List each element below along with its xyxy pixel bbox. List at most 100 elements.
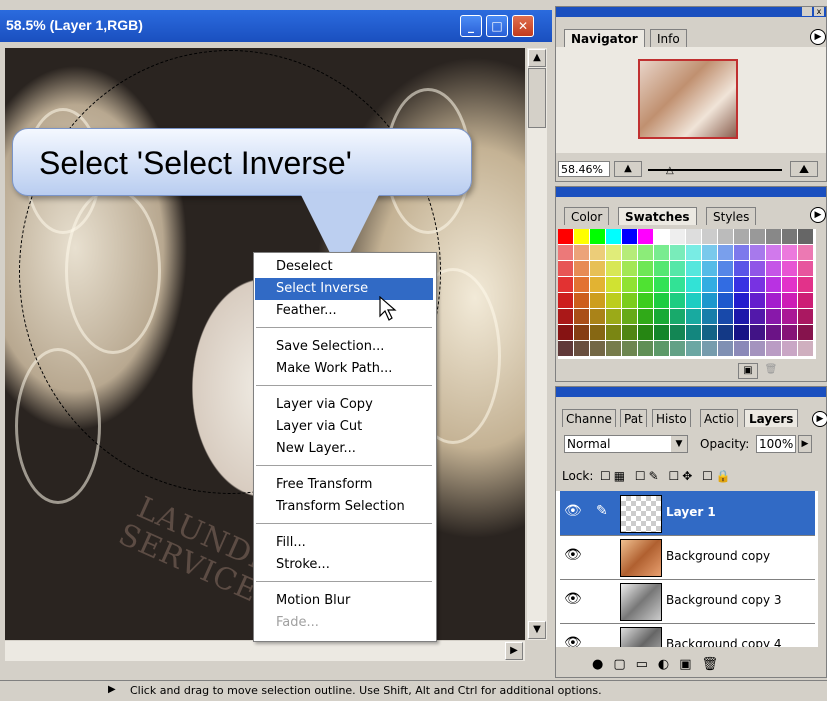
color-swatch[interactable] bbox=[766, 309, 781, 324]
new-swatch-icon[interactable]: ▣ bbox=[738, 363, 758, 379]
color-swatch[interactable] bbox=[558, 277, 573, 292]
color-swatch[interactable] bbox=[734, 293, 749, 308]
eye-icon[interactable]: 👁 bbox=[564, 591, 582, 607]
vertical-scrollbar[interactable]: ▲ ▼ bbox=[527, 48, 547, 640]
opacity-field[interactable]: 100% bbox=[756, 435, 796, 453]
color-swatch[interactable] bbox=[558, 325, 573, 340]
color-swatch[interactable] bbox=[638, 309, 653, 324]
color-swatch[interactable] bbox=[750, 309, 765, 324]
color-swatch[interactable] bbox=[558, 245, 573, 260]
color-swatch[interactable] bbox=[622, 325, 637, 340]
color-swatch[interactable] bbox=[606, 229, 621, 244]
color-swatch[interactable] bbox=[574, 309, 589, 324]
menu-item-layer-via-copy[interactable]: Layer via Copy bbox=[255, 394, 433, 416]
menu-item-motion-blur[interactable]: Motion Blur bbox=[255, 590, 433, 612]
color-swatch[interactable] bbox=[766, 325, 781, 340]
opacity-arrow-icon[interactable]: ▶ bbox=[798, 435, 812, 453]
chevron-down-icon[interactable]: ▼ bbox=[671, 436, 687, 452]
color-swatch[interactable] bbox=[638, 261, 653, 276]
palette-menu-icon[interactable]: ▶ bbox=[810, 207, 826, 223]
color-swatch[interactable] bbox=[574, 277, 589, 292]
eye-icon[interactable]: 👁 bbox=[564, 635, 582, 647]
eye-icon[interactable]: 👁 bbox=[564, 503, 582, 519]
color-swatch[interactable] bbox=[558, 309, 573, 324]
tab-channels[interactable]: Channe bbox=[562, 409, 616, 427]
color-swatch[interactable] bbox=[686, 277, 701, 292]
color-swatch[interactable] bbox=[606, 261, 621, 276]
tab-info[interactable]: Info bbox=[650, 29, 687, 47]
tab-swatches[interactable]: Swatches bbox=[618, 207, 697, 225]
horizontal-scrollbar[interactable]: ▶ bbox=[5, 641, 525, 661]
color-swatch[interactable] bbox=[734, 245, 749, 260]
palette-title-bar[interactable] bbox=[556, 187, 826, 197]
color-swatch[interactable] bbox=[590, 277, 605, 292]
color-swatch[interactable] bbox=[606, 341, 621, 356]
color-swatch[interactable] bbox=[574, 229, 589, 244]
palette-menu-icon[interactable]: ▶ bbox=[812, 411, 827, 427]
layer-row[interactable]: 👁 Background copy bbox=[560, 535, 815, 580]
menu-item-new-layer[interactable]: New Layer... bbox=[255, 438, 433, 460]
color-swatch[interactable] bbox=[654, 309, 669, 324]
color-swatch[interactable] bbox=[686, 309, 701, 324]
blend-mode-select[interactable]: Normal ▼ bbox=[564, 435, 688, 453]
color-swatch[interactable] bbox=[638, 325, 653, 340]
color-swatch[interactable] bbox=[766, 261, 781, 276]
color-swatch[interactable] bbox=[750, 261, 765, 276]
color-swatch[interactable] bbox=[798, 261, 813, 276]
color-swatch[interactable] bbox=[590, 229, 605, 244]
menu-item-free-transform[interactable]: Free Transform bbox=[255, 474, 433, 496]
color-swatch[interactable] bbox=[574, 245, 589, 260]
color-swatch[interactable] bbox=[606, 293, 621, 308]
color-swatch[interactable] bbox=[782, 325, 797, 340]
color-swatch[interactable] bbox=[798, 341, 813, 356]
color-swatch[interactable] bbox=[574, 261, 589, 276]
color-swatch[interactable] bbox=[686, 245, 701, 260]
color-swatch[interactable] bbox=[718, 325, 733, 340]
layer-row[interactable]: 👁 Background copy 3 bbox=[560, 579, 815, 624]
color-swatch[interactable] bbox=[574, 293, 589, 308]
color-swatch[interactable] bbox=[782, 245, 797, 260]
color-swatch[interactable] bbox=[750, 325, 765, 340]
color-swatch[interactable] bbox=[702, 293, 717, 308]
color-swatch[interactable] bbox=[798, 229, 813, 244]
color-swatch[interactable] bbox=[734, 341, 749, 356]
color-swatch[interactable] bbox=[558, 261, 573, 276]
menu-item-stroke[interactable]: Stroke... bbox=[255, 554, 433, 576]
scroll-right-icon[interactable]: ▶ bbox=[505, 642, 523, 660]
color-swatch[interactable] bbox=[638, 245, 653, 260]
color-swatch[interactable] bbox=[590, 325, 605, 340]
color-swatch[interactable] bbox=[686, 341, 701, 356]
color-swatch[interactable] bbox=[558, 341, 573, 356]
color-swatch[interactable] bbox=[686, 261, 701, 276]
menu-item-transform-selection[interactable]: Transform Selection bbox=[255, 496, 433, 518]
layer-footer-icons[interactable]: ●▢▭◐▣🗑 bbox=[592, 657, 728, 672]
color-swatch[interactable] bbox=[766, 293, 781, 308]
zoom-out-icon[interactable]: ▲ bbox=[614, 161, 642, 177]
color-swatch[interactable] bbox=[622, 341, 637, 356]
color-swatch[interactable] bbox=[670, 245, 685, 260]
color-swatch[interactable] bbox=[718, 261, 733, 276]
palette-close-icon[interactable]: x bbox=[814, 7, 824, 16]
color-swatch[interactable] bbox=[734, 325, 749, 340]
document-title-bar[interactable]: 58.5% (Layer 1,RGB) _ □ ✕ bbox=[0, 10, 552, 42]
color-swatch[interactable] bbox=[734, 261, 749, 276]
tab-history[interactable]: Histo bbox=[652, 409, 691, 427]
color-swatch[interactable] bbox=[702, 325, 717, 340]
color-swatch[interactable] bbox=[670, 277, 685, 292]
lock-options[interactable]: ☐▦ ☐✎ ☐✥ ☐🔒 bbox=[600, 469, 734, 483]
color-swatch[interactable] bbox=[670, 325, 685, 340]
palette-title-bar[interactable] bbox=[556, 387, 826, 397]
color-swatch[interactable] bbox=[798, 309, 813, 324]
scroll-down-icon[interactable]: ▼ bbox=[528, 621, 546, 639]
color-swatch[interactable] bbox=[622, 229, 637, 244]
color-swatch[interactable] bbox=[734, 229, 749, 244]
color-swatch[interactable] bbox=[750, 293, 765, 308]
color-swatch[interactable] bbox=[782, 341, 797, 356]
color-swatch[interactable] bbox=[670, 309, 685, 324]
tab-color[interactable]: Color bbox=[564, 207, 610, 225]
menu-item-make-work-path[interactable]: Make Work Path... bbox=[255, 358, 433, 380]
color-swatch[interactable] bbox=[574, 341, 589, 356]
color-swatch[interactable] bbox=[670, 341, 685, 356]
color-swatch[interactable] bbox=[734, 309, 749, 324]
color-swatch[interactable] bbox=[702, 261, 717, 276]
